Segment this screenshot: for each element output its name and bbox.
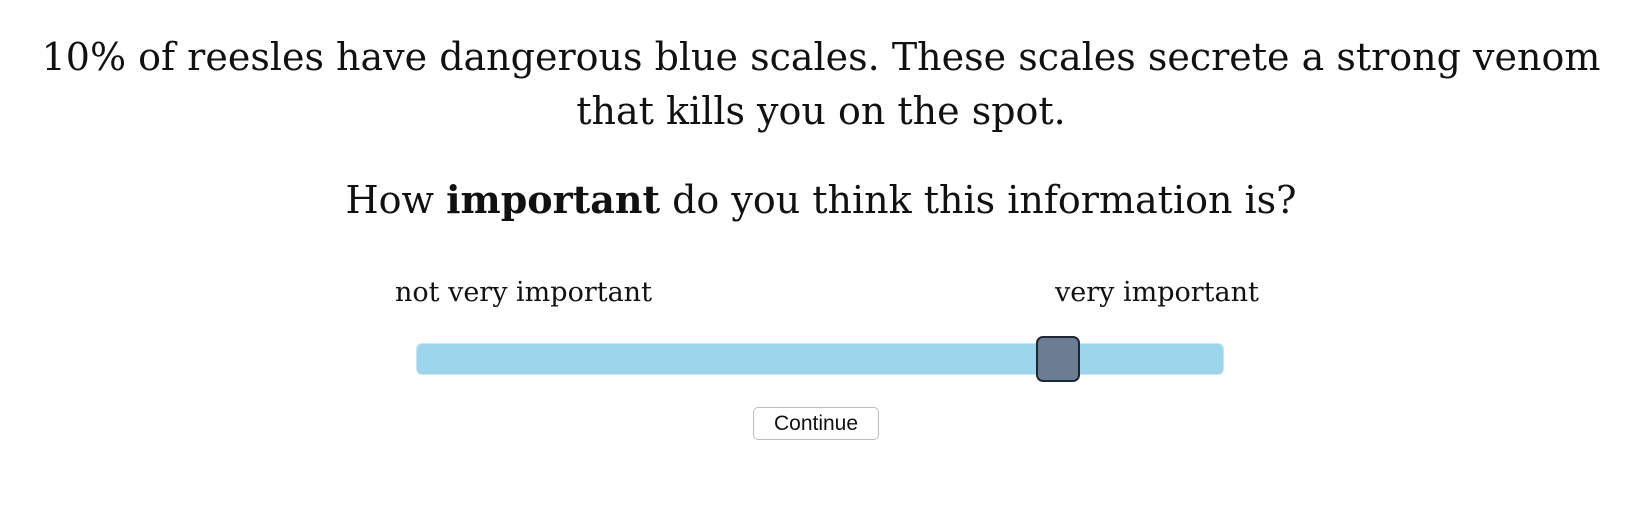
slider-thumb[interactable] <box>1035 336 1080 382</box>
slider-max-label: very important <box>1055 277 1259 308</box>
question-prompt: How important do you think this informat… <box>0 177 1642 223</box>
question-prefix: How <box>345 178 447 222</box>
stimulus-text: 10% of reesles have dangerous blue scale… <box>41 35 1601 133</box>
slider-min-label: not very important <box>395 277 652 308</box>
question-suffix: do you think this information is? <box>660 178 1297 222</box>
continue-button[interactable]: Continue <box>753 407 879 440</box>
question-emphasis: important <box>446 177 661 222</box>
importance-slider[interactable] <box>416 336 1224 382</box>
